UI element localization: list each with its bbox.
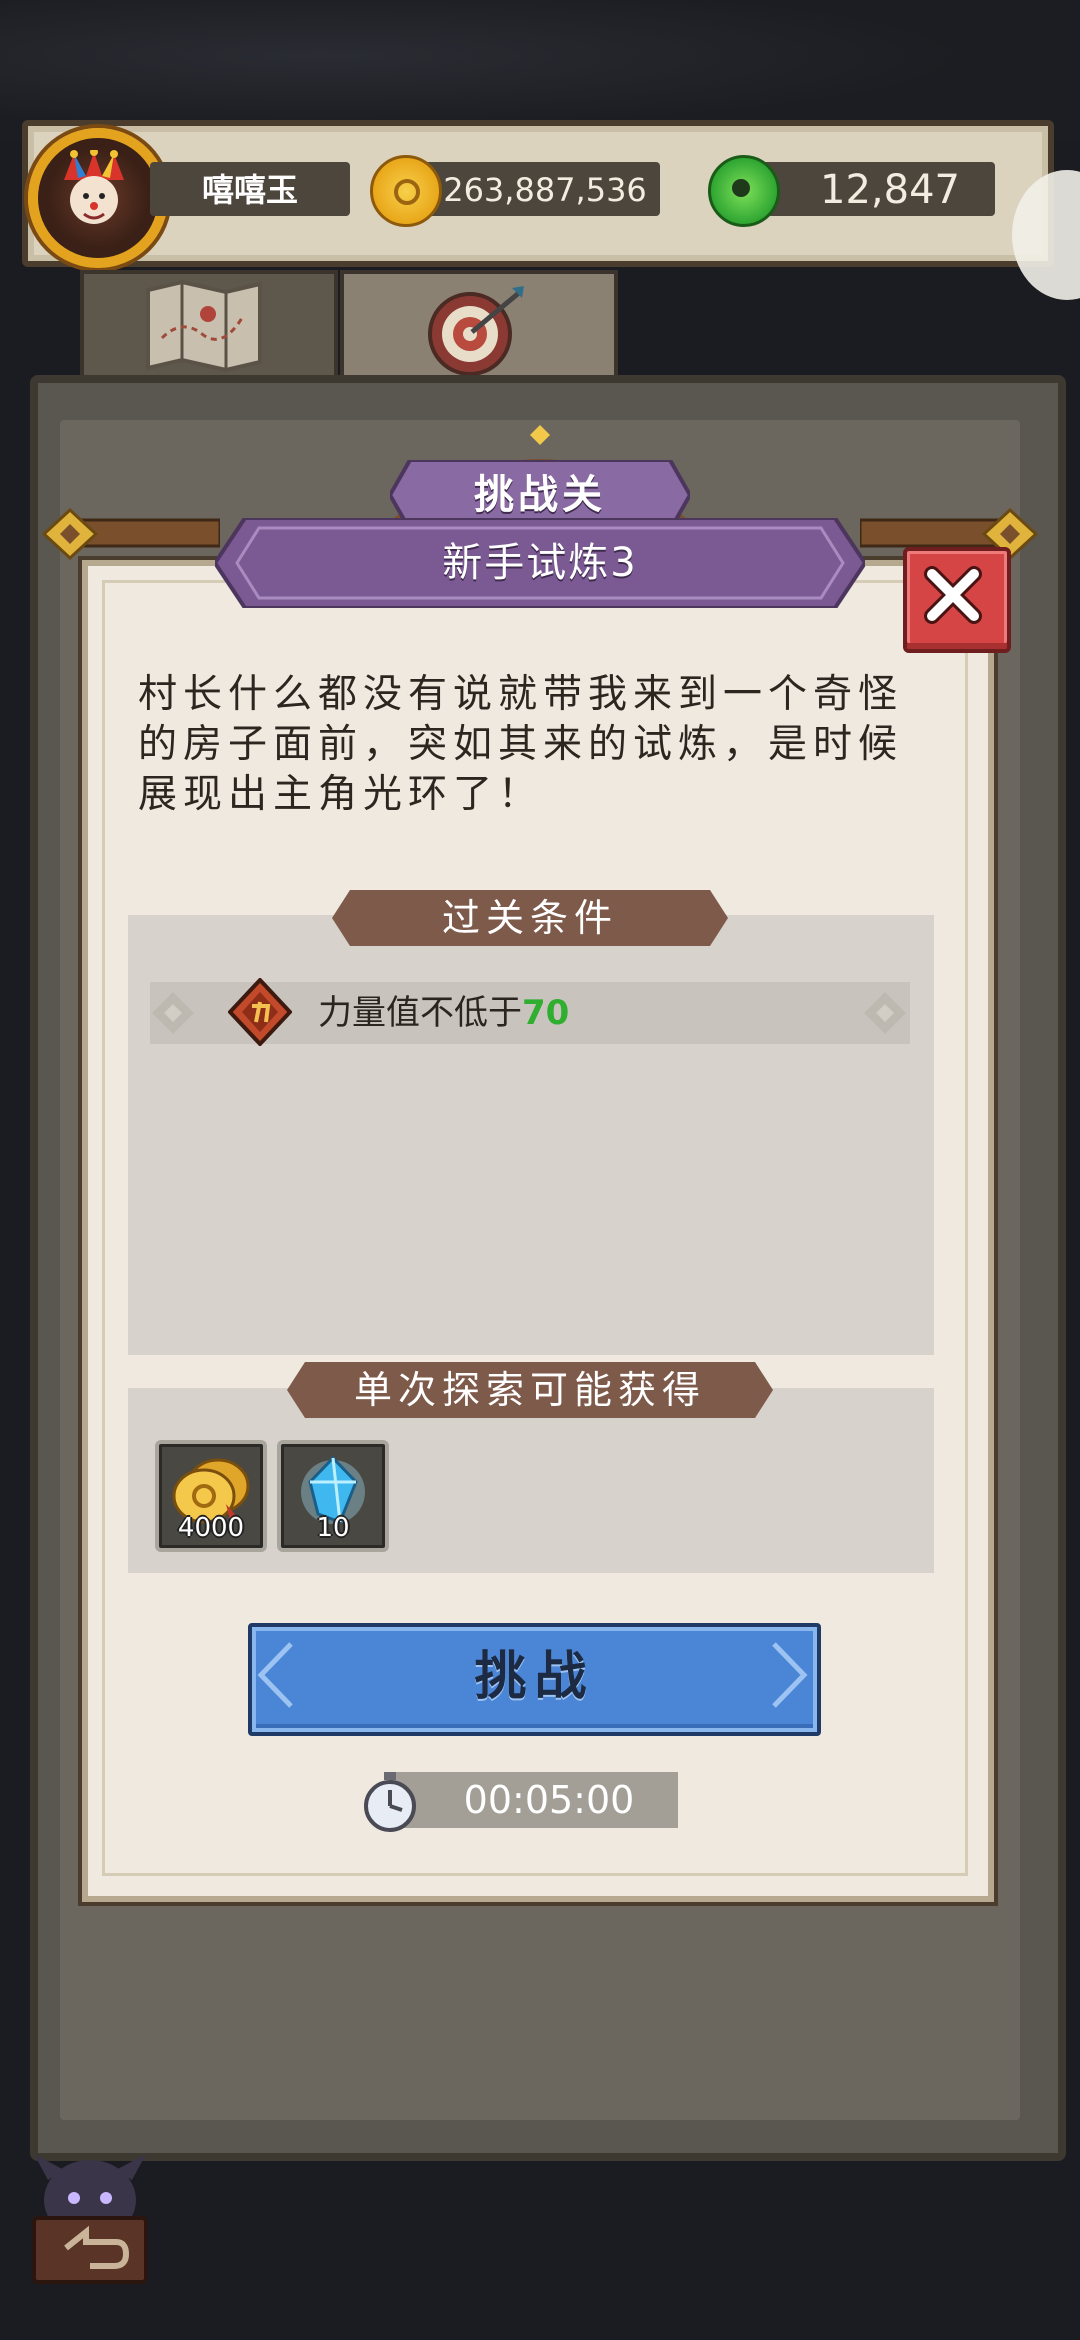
player-name: 嘻嘻玉 — [201, 171, 298, 209]
jester-avatar-icon — [64, 150, 124, 224]
power-icon — [228, 978, 292, 1046]
challenge-button-label[interactable]: 挑战 — [248, 1627, 821, 1727]
condition-row-left-cap — [152, 992, 194, 1034]
condition-text: 力量值不低于70 — [318, 988, 569, 1038]
story-text: 村长什么都没有说就带我来到一个奇怪的房子面前，突如其来的试炼，是时候展现出主角光… — [138, 672, 904, 817]
condition-label: 力量值不低于 — [318, 993, 522, 1033]
reward-count-gold: 4000 — [177, 1513, 245, 1543]
rewards-title: 单次探索可能获得 — [287, 1362, 773, 1418]
stopwatch-icon — [364, 1772, 416, 1832]
reward-count-crystal: 10 — [316, 1513, 350, 1543]
condition-value: 70 — [522, 993, 570, 1033]
close-icon[interactable] — [918, 560, 988, 630]
background — [0, 0, 1080, 140]
map-icon — [146, 279, 262, 373]
conditions-title: 过关条件 — [332, 890, 728, 946]
timer-text: 00:05:00 — [463, 1778, 635, 1822]
gold-coin-icon — [370, 155, 442, 227]
back-button[interactable] — [20, 2140, 160, 2290]
condition-row-right-cap — [864, 992, 906, 1034]
coin-count: 263,887,536 — [443, 171, 647, 209]
jade-coin-icon — [708, 155, 780, 227]
left-wing-ornament — [41, 507, 220, 561]
jade-count: 12,847 — [820, 167, 960, 213]
level-name-title: 新手试炼3 — [442, 540, 638, 586]
level-type-title: 挑战关 — [474, 472, 606, 518]
target-icon — [428, 286, 524, 376]
